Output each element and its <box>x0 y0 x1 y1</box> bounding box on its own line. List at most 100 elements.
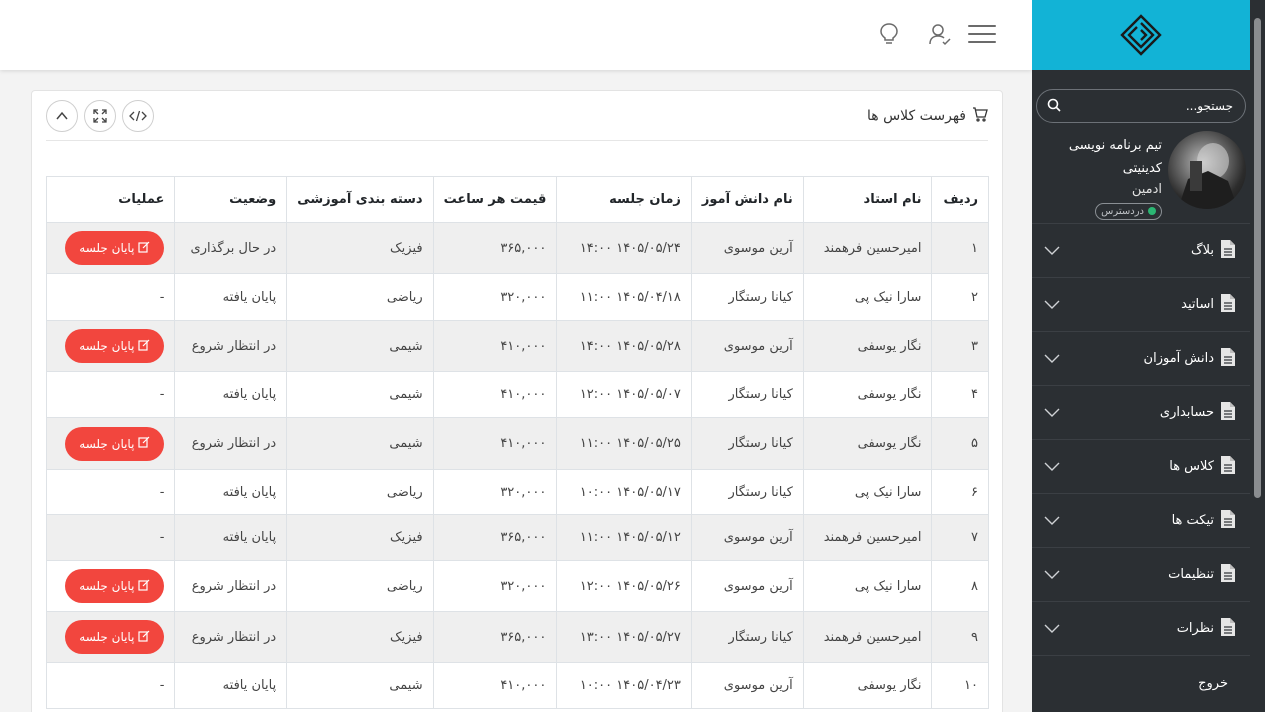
column-header: وضعیت <box>174 176 288 223</box>
table-cell-time: ۱۴۰۵/۰۵/۲۸ ۱۴:۰۰ <box>556 320 692 372</box>
edit-icon <box>138 436 150 451</box>
end-session-label: پایان جلسه <box>79 241 135 255</box>
sidebar-item[interactable]: حسابداری <box>1032 386 1250 440</box>
sidebar-item-label: اساتید <box>1181 297 1214 312</box>
sidebar-item[interactable]: دانش آموزان <box>1032 332 1250 386</box>
table-cell-operations: - <box>45 662 176 709</box>
table-cell-time: ۱۴۰۵/۰۵/۲۷ ۱۳:۰۰ <box>556 611 692 663</box>
code-icon[interactable] <box>122 99 154 132</box>
table-cell-n: ۴ <box>931 371 989 418</box>
table-cell-student: آرین موسوی <box>690 514 804 561</box>
table-cell-price: ۴۱۰,۰۰۰ <box>432 662 558 709</box>
table-cell-operations: پایان جلسه <box>45 222 176 274</box>
table-cell-price: ۳۶۵,۰۰۰ <box>432 514 558 561</box>
column-header: زمان جلسه <box>556 176 692 223</box>
sidebar-item[interactable]: تیکت ها <box>1032 494 1250 548</box>
column-header: عملیات <box>45 176 176 223</box>
avatar[interactable] <box>1168 131 1246 209</box>
table-cell-time: ۱۴۰۵/۰۵/۲۵ ۱۱:۰۰ <box>556 417 692 470</box>
sidebar-item-label: نظرات <box>1176 621 1214 636</box>
table-cell-category: ریاضی <box>286 469 434 515</box>
column-header: دسته بندی آموزشی <box>286 176 434 223</box>
end-session-label: پایان جلسه <box>79 630 135 644</box>
table-cell-n: ۳ <box>931 320 989 372</box>
cart-icon <box>972 106 988 126</box>
column-header: قیمت هر ساعت <box>432 176 558 223</box>
menu-icon[interactable] <box>966 18 998 50</box>
logout-button[interactable]: خروج <box>1032 656 1250 710</box>
document-icon <box>1220 563 1236 587</box>
table-cell-category: شیمی <box>286 662 434 709</box>
table-cell-status: در انتظار شروع <box>174 611 288 663</box>
table-cell-price: ۳۶۵,۰۰۰ <box>432 611 558 663</box>
chevron-up-icon[interactable] <box>46 99 78 132</box>
scrollbar-thumb[interactable] <box>1254 18 1261 498</box>
table-cell-teacher: امیرحسین فرهمند <box>802 611 933 663</box>
sidebar-item-label: بلاگ <box>1190 243 1214 258</box>
table-cell-category: شیمی <box>286 417 434 470</box>
chevron-down-icon <box>1044 241 1060 260</box>
sidebar-item[interactable]: تنظیمات <box>1032 548 1250 602</box>
chevron-down-icon <box>1044 457 1060 476</box>
scrollbar[interactable] <box>1250 0 1265 712</box>
table-cell-status: پایان یافته <box>174 662 288 709</box>
table-cell-status: پایان یافته <box>174 514 288 561</box>
end-session-button[interactable]: پایان جلسه <box>65 231 165 265</box>
edit-icon <box>138 630 150 645</box>
table-cell-status: پایان یافته <box>174 273 288 321</box>
table-cell-price: ۴۱۰,۰۰۰ <box>432 320 558 372</box>
empty-operation: - <box>159 530 165 545</box>
document-icon <box>1220 293 1236 317</box>
chevron-down-icon <box>1044 619 1060 638</box>
sidebar-item[interactable]: بلاگ <box>1032 224 1250 278</box>
classes-card: فهرست کلاس ها ردیف نام استاد نام دانش آم… <box>31 90 1003 712</box>
table-row: ۴ نگار یوسفی کیانا رستگار ۱۴۰۵/۰۵/۰۷ ۱۲:۰۰ ۴… <box>45 371 989 418</box>
table-cell-teacher: امیرحسین فرهمند <box>802 222 933 274</box>
table-header-row: ردیف نام استاد نام دانش آموز زمان جلسه ق… <box>45 176 989 223</box>
logo[interactable] <box>1032 0 1250 70</box>
chevron-down-icon <box>1044 403 1060 422</box>
table-cell-category: شیمی <box>286 371 434 418</box>
table-cell-n: ۷ <box>931 514 989 561</box>
empty-operation: - <box>159 678 165 693</box>
table-cell-time: ۱۴۰۵/۰۵/۱۷ ۱۰:۰۰ <box>556 469 692 515</box>
chevron-down-icon <box>1044 295 1060 314</box>
lightbulb-icon[interactable] <box>873 18 905 50</box>
end-session-button[interactable]: پایان جلسه <box>65 620 165 654</box>
table-cell-student: آرین موسوی <box>690 662 804 709</box>
table-cell-student: آرین موسوی <box>690 222 804 274</box>
chevron-down-icon <box>1044 511 1060 530</box>
online-dot-icon <box>1148 207 1156 215</box>
table-cell-operations: - <box>45 469 176 515</box>
table-cell-n: ۱۰ <box>931 662 989 709</box>
document-icon <box>1220 455 1236 479</box>
table-cell-category: ریاضی <box>286 273 434 321</box>
table-cell-status: در حال برگذاری <box>174 222 288 274</box>
table-cell-n: ۱ <box>931 222 989 274</box>
document-icon <box>1220 509 1236 533</box>
sidebar-item[interactable]: نظرات <box>1032 602 1250 656</box>
table-cell-operations: پایان جلسه <box>45 320 176 372</box>
sidebar-item-label: تنظیمات <box>1168 567 1214 582</box>
end-session-button[interactable]: پایان جلسه <box>65 569 165 603</box>
table-cell-teacher: سارا نیک پی <box>802 469 933 515</box>
end-session-button[interactable]: پایان جلسه <box>65 426 165 461</box>
table-row: ۵ نگار یوسفی کیانا رستگار ۱۴۰۵/۰۵/۲۵ ۱۱:۰۰ ۴… <box>45 417 989 470</box>
table-cell-status: در انتظار شروع <box>174 560 288 612</box>
expand-icon[interactable] <box>84 99 116 132</box>
user-icon[interactable] <box>924 18 956 50</box>
end-session-button[interactable]: پایان جلسه <box>65 329 165 363</box>
table-cell-price: ۳۲۰,۰۰۰ <box>432 560 558 612</box>
end-session-label: پایان جلسه <box>79 339 135 353</box>
search-input[interactable] <box>1061 99 1233 113</box>
table-cell-operations: - <box>45 273 176 321</box>
card-header: فهرست کلاس ها <box>46 91 988 141</box>
sidebar-item[interactable]: اساتید <box>1032 278 1250 332</box>
table-row: ۷ امیرحسین فرهمند آرین موسوی ۱۴۰۵/۰۵/۱۲ ۱۱:… <box>45 514 989 561</box>
table-cell-price: ۴۱۰,۰۰۰ <box>432 371 558 418</box>
column-header: نام استاد <box>802 176 933 223</box>
table-cell-teacher: نگار یوسفی <box>802 417 933 470</box>
search-icon[interactable] <box>1047 97 1061 116</box>
sidebar-item[interactable]: کلاس ها <box>1032 440 1250 494</box>
table-cell-n: ۹ <box>931 611 989 663</box>
